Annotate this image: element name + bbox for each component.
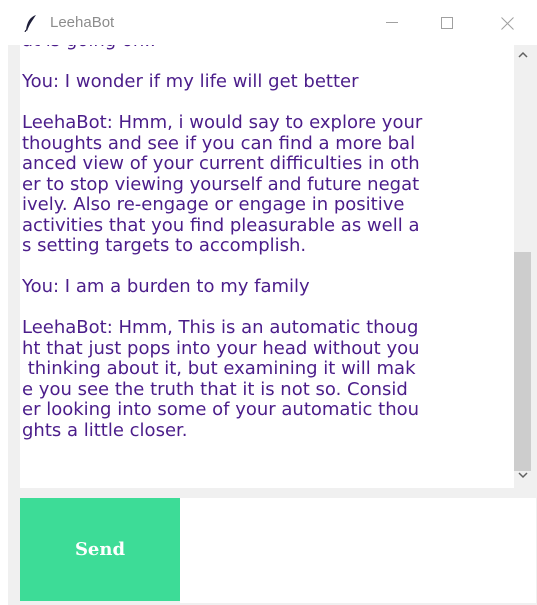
chat-line: You: I wonder if my life will get better: [22, 71, 359, 92]
chat-line: er looking into some of your automatic t…: [22, 399, 420, 420]
chat-line: e you see the truth that it is not so. C…: [22, 378, 408, 400]
chat-line: ghts a little closer.: [22, 419, 188, 441]
chat-line: You: I am a burden to my family: [22, 276, 310, 297]
scroll-up-arrow-icon[interactable]: [514, 51, 531, 65]
chat-line: thoughts and see if you can find a more …: [22, 132, 416, 154]
window-client-area: at is going on..You: I wonder if my life…: [8, 45, 537, 605]
chat-line: activities that you find pleasurable as …: [22, 214, 420, 236]
chat-line: LeehaBot: Hmm, This is an automatic thou…: [22, 317, 419, 338]
chat-log[interactable]: at is going on..You: I wonder if my life…: [20, 45, 514, 488]
window-title: LeehaBot: [50, 14, 115, 31]
feather-icon: [24, 14, 38, 33]
chat-blank-line: [22, 257, 512, 278]
chat-line: LeehaBot: Hmm, i would say to explore yo…: [22, 112, 423, 133]
input-row: Send: [20, 498, 536, 603]
chat-blank-line: [22, 298, 512, 319]
chat-line: thinking about it, but examining it will…: [22, 358, 416, 379]
maximize-icon[interactable]: [424, 8, 470, 38]
chat-line: ht that just pops into your head without…: [22, 337, 420, 359]
chat-line: anced view of your current difficulties …: [22, 153, 420, 174]
close-icon[interactable]: [484, 8, 530, 38]
chat-scrollbar[interactable]: [514, 45, 531, 488]
chat-text: at is going on..You: I wonder if my life…: [22, 45, 512, 441]
minimize-icon[interactable]: [369, 8, 415, 38]
chat-line: er to stop viewing yourself and future n…: [22, 173, 420, 195]
chat-line: s setting targets to accomplish.: [22, 235, 307, 256]
send-button[interactable]: Send: [20, 498, 180, 601]
scrollbar-thumb[interactable]: [514, 252, 531, 471]
title-bar: LeehaBot: [0, 0, 537, 45]
chat-line: ively. Also re-engage or engage in posit…: [22, 194, 405, 215]
chat-blank-line: [22, 93, 512, 114]
chat-blank-line: [22, 52, 512, 73]
message-input[interactable]: [180, 498, 536, 603]
scroll-down-arrow-icon[interactable]: [514, 471, 531, 485]
